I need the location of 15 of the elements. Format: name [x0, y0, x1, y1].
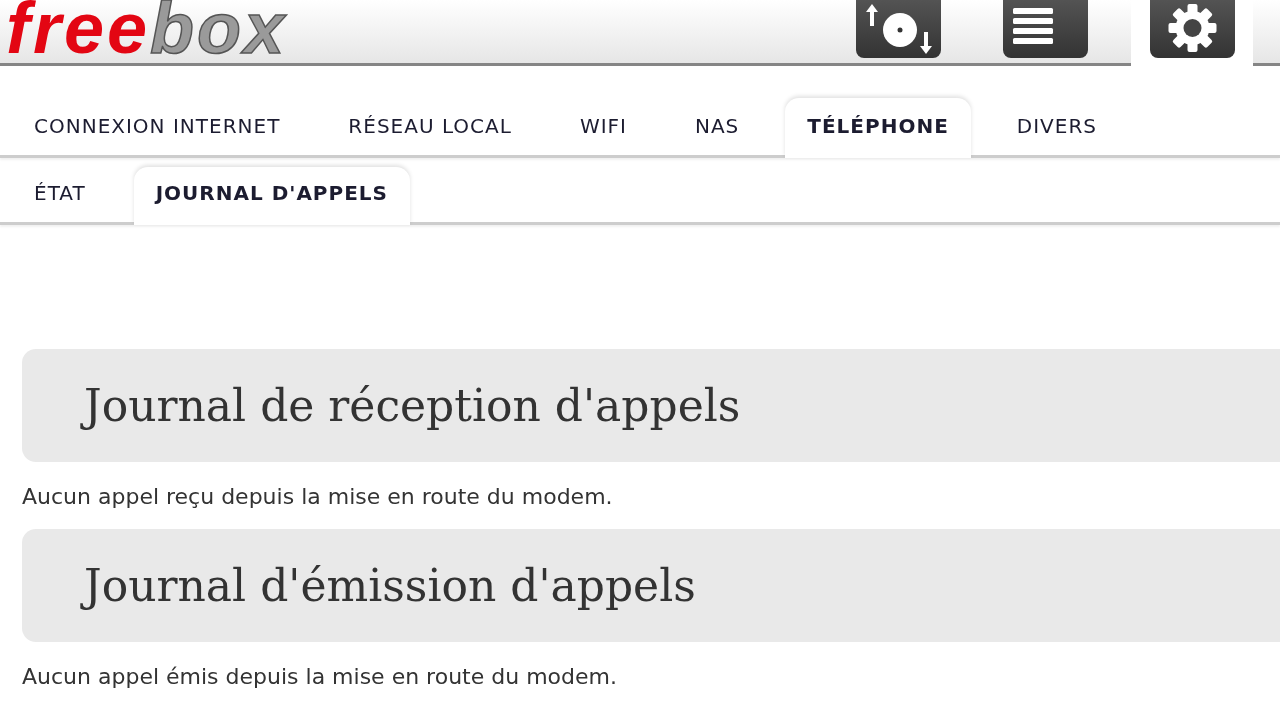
- subtab[interactable]: JOURNAL D'APPELS: [133, 167, 410, 225]
- toolbar-button[interactable]: [1131, 0, 1253, 69]
- tab[interactable]: NAS: [672, 98, 762, 158]
- tab[interactable]: DIVERS: [994, 98, 1120, 158]
- empty-message: Aucun appel reçu depuis la mise en route du modem.: [22, 484, 614, 510]
- settings-icon: [1149, 0, 1235, 58]
- tab[interactable]: RÉSEAU LOCAL: [326, 98, 534, 158]
- subtab[interactable]: ÉTAT: [12, 167, 108, 225]
- document-lines-icon: [1002, 0, 1088, 58]
- tab[interactable]: CONNEXION INTERNET: [12, 98, 303, 158]
- freebox-logo: freebox: [6, 0, 288, 64]
- disc-arrows-icon: [855, 0, 941, 58]
- tab[interactable]: TÉLÉPHONE: [785, 98, 971, 158]
- tab[interactable]: WIFI: [557, 98, 649, 158]
- empty-message: Aucun appel émis depuis la mise en route du modem.: [22, 664, 618, 690]
